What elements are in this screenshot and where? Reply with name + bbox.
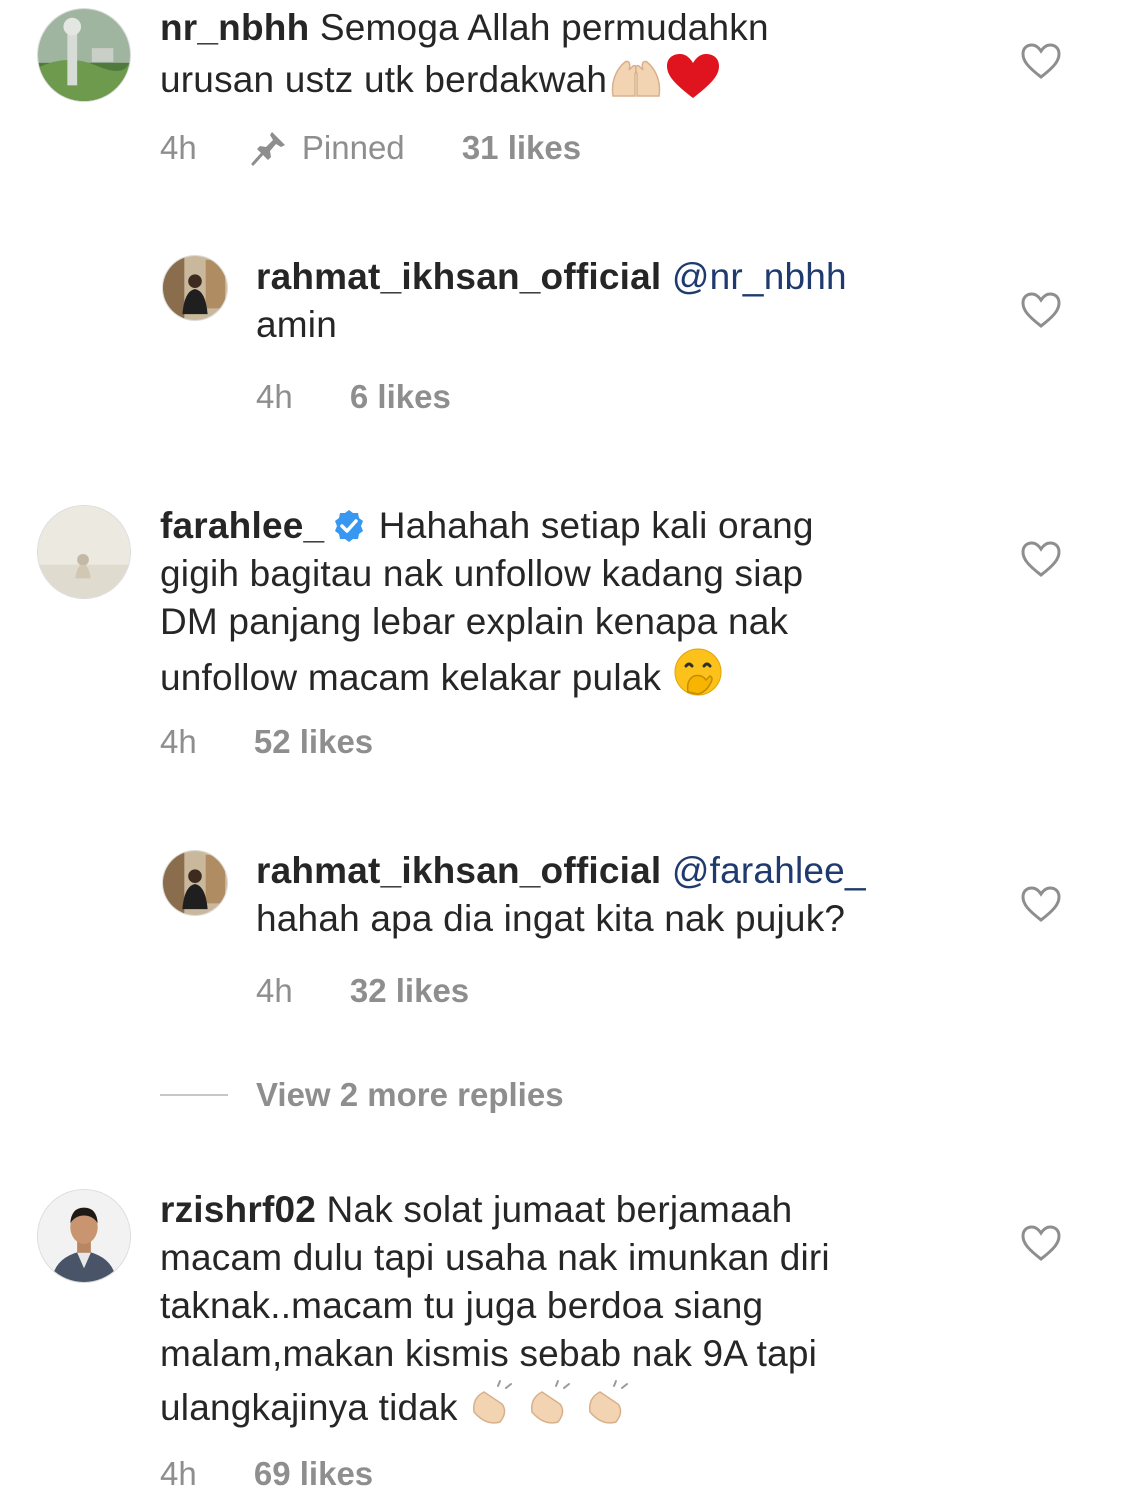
avatar[interactable] [37,8,131,102]
red-heart-emoji-icon [665,52,721,112]
praying-hands-emoji-icon [607,56,665,112]
comment-text: nr_nbhh Semoga Allah permudahkn urusan u… [160,4,990,112]
comment-likes[interactable]: 31 likes [462,128,581,168]
like-heart-icon[interactable] [1020,540,1062,578]
comment-body-line3: taknak..macam tu juga berdoa siang [160,1285,764,1326]
comment-meta: 4h 69 likes [160,1452,373,1492]
comment-body-line5: ulangkajinya tidak [160,1387,458,1428]
reply-meta: 4h 32 likes [256,969,469,1009]
reply-body: hahah apa dia ingat kita nak pujuk? [256,898,846,939]
comment-username[interactable]: nr_nbhh [160,7,309,48]
reply-username[interactable]: rahmat_ikhsan_official [256,850,661,891]
comment-likes[interactable]: 69 likes [254,1454,373,1494]
reply-likes[interactable]: 6 likes [350,377,451,417]
comment-body-line2: macam dulu tapi usaha nak imunkan diri [160,1237,830,1278]
comment-body-line4: malam,makan kismis sebab nak 9A tapi [160,1333,818,1374]
divider [160,1094,228,1096]
comment-body-line3: DM panjang lebar explain kenapa nak [160,601,789,642]
verified-badge-icon [332,507,366,542]
like-heart-icon[interactable] [1020,291,1062,329]
comment-username[interactable]: rzishrf02 [160,1189,316,1230]
reply-text: rahmat_ikhsan_official @nr_nbhh amin [256,253,986,349]
comment-body-line1: Nak solat jumaat berjamaah [326,1189,793,1230]
reply-body: amin [256,304,337,345]
face-with-hand-over-mouth-emoji-icon [672,646,724,710]
pinned-label: Pinned [301,129,405,167]
view-more-replies-button[interactable]: View 2 more replies [160,1076,564,1122]
clapping-hands-emoji-icon [468,1378,640,1440]
like-heart-icon[interactable] [1020,42,1062,80]
comment-meta: 4h Pinned 31 likes [160,126,581,166]
comment-text: rzishrf02 Nak solat jumaat berjamaah mac… [160,1186,990,1440]
avatar[interactable] [162,850,228,916]
pin-icon [250,129,288,167]
comment-time: 4h [160,129,197,167]
comment-time: 4h [160,1455,197,1493]
comment-body-line1: Semoga Allah permudahkn [319,7,769,48]
comment-body-line1: Hahahah setiap kali orang [378,505,814,546]
reply-mention[interactable]: @nr_nbhh [672,256,847,297]
reply-meta: 4h 6 likes [256,375,451,415]
reply-text: rahmat_ikhsan_official @farahlee_ hahah … [256,847,986,943]
reply-mention[interactable]: @farahlee_ [672,850,866,891]
comment-body-line4: unfollow macam kelakar pulak [160,657,662,698]
like-heart-icon[interactable] [1020,1224,1062,1262]
comment-body-line2: gigih bagitau nak unfollow kadang siap [160,553,804,594]
reply-time: 4h [256,972,293,1010]
avatar[interactable] [162,255,228,321]
like-heart-icon[interactable] [1020,885,1062,923]
comment-body-line2: urusan ustz utk berdakwah [160,59,608,100]
reply-time: 4h [256,378,293,416]
comment-text: farahlee_ Hahahah setiap kali orang gigi… [160,502,990,710]
comment-username[interactable]: farahlee_ [160,505,324,546]
avatar[interactable] [37,1189,131,1283]
comment-meta: 4h 52 likes [160,720,373,760]
comment-time: 4h [160,723,197,761]
view-more-replies-label: View 2 more replies [256,1076,564,1113]
reply-likes[interactable]: 32 likes [350,971,469,1011]
avatar[interactable] [37,505,131,599]
reply-username[interactable]: rahmat_ikhsan_official [256,256,661,297]
comment-likes[interactable]: 52 likes [254,722,373,762]
